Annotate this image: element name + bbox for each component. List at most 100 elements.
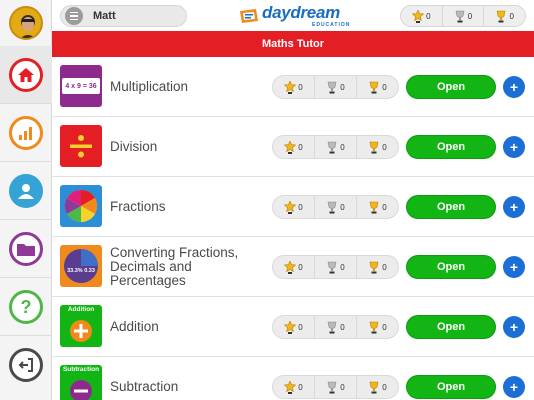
topic-trophies: 0 0 0	[272, 135, 399, 159]
bar-chart-icon	[9, 115, 43, 150]
silver-count: 0	[340, 202, 345, 212]
sidebar-item-home[interactable]	[0, 46, 52, 104]
converting-icon: 33.3% 0.33	[60, 245, 102, 287]
star-count: 0	[298, 262, 303, 272]
topic-trophies: 0 0 0	[272, 75, 399, 99]
division-icon	[60, 125, 102, 167]
logo-icon	[240, 9, 258, 23]
gold-trophy-icon	[369, 381, 379, 393]
topic-label: Fractions	[110, 199, 166, 214]
silver-count: 0	[340, 382, 345, 392]
open-button[interactable]: Open	[406, 255, 496, 279]
gold-count: 0	[382, 202, 387, 212]
star-count: 0	[298, 142, 303, 152]
folder-icon	[9, 231, 43, 266]
sidebar-item-logout[interactable]	[0, 336, 52, 394]
topic-label: Multiplication	[110, 79, 189, 94]
gold-star-trophy-icon	[284, 260, 297, 274]
trophy-summary: 0 0 0	[400, 5, 526, 27]
topic-trophies: 0 0 0	[272, 375, 399, 399]
topic-label: Subtraction	[110, 379, 179, 394]
topic-row-division: Division 0 0 0 Open +	[52, 117, 534, 177]
topic-row-fractions: Fractions 0 0 0 Open +	[52, 177, 534, 237]
open-button[interactable]: Open	[406, 195, 496, 219]
gold-trophy-count: 0	[484, 6, 525, 26]
silver-trophy-count: 0	[443, 6, 485, 26]
minus-icon: Subtraction	[60, 365, 102, 400]
gold-star-trophy-icon	[412, 9, 425, 23]
gold-count: 0	[382, 322, 387, 332]
sidebar-item-progress[interactable]	[0, 104, 52, 162]
silver-trophy-icon	[327, 141, 337, 153]
fractions-pie-icon	[60, 185, 102, 227]
silver-trophy-icon	[327, 381, 337, 393]
logo-subtext: EDUCATION	[312, 22, 351, 28]
add-button[interactable]: +	[503, 316, 525, 338]
user-icon	[9, 173, 43, 208]
gold-trophy-icon	[369, 81, 379, 93]
gold-trophy-icon	[369, 321, 379, 333]
silver-trophy-icon	[327, 201, 337, 213]
gold-star-trophy-icon	[284, 140, 297, 154]
silver-count: 0	[340, 142, 345, 152]
open-button[interactable]: Open	[406, 135, 496, 159]
star-count: 0	[298, 202, 303, 212]
daydream-logo: daydream EDUCATION	[238, 3, 350, 29]
plus-icon: Addition	[60, 305, 102, 347]
silver-trophy-icon	[327, 321, 337, 333]
sidebar-item-help[interactable]: ?	[0, 278, 52, 336]
gold-count: 0	[382, 82, 387, 92]
add-button[interactable]: +	[503, 376, 525, 398]
silver-trophy-icon	[327, 81, 337, 93]
gold-trophy-icon	[369, 201, 379, 213]
silver-trophy-icon	[327, 261, 337, 273]
add-button[interactable]: +	[503, 76, 525, 98]
add-button[interactable]: +	[503, 136, 525, 158]
avatar-image	[20, 15, 36, 38]
add-button[interactable]: +	[503, 256, 525, 278]
question-icon: ?	[9, 289, 43, 324]
topic-label: Addition	[110, 319, 159, 334]
gold-star-trophy-icon	[284, 200, 297, 214]
open-button[interactable]: Open	[406, 75, 496, 99]
topic-label: Converting Fractions, Decimals and Perce…	[110, 245, 239, 288]
star-count: 0	[298, 382, 303, 392]
silver-count: 0	[340, 322, 345, 332]
silver-count: 0	[340, 262, 345, 272]
user-name: Matt	[93, 10, 116, 22]
star-count: 0	[298, 322, 303, 332]
topic-row-subtraction: Subtraction Subtraction 0 0 0 Open +	[52, 357, 534, 400]
gold-count: 0	[382, 262, 387, 272]
avatar[interactable]	[9, 6, 43, 40]
user-menu[interactable]: Matt	[60, 5, 187, 27]
sidebar-item-profile[interactable]	[0, 162, 52, 220]
page-title: Maths Tutor	[52, 31, 534, 57]
topic-row-multiplication: 4 x 9 = 36 Multiplication 0 0 0 Open +	[52, 57, 534, 117]
star-count: 0	[298, 82, 303, 92]
open-button[interactable]: Open	[406, 315, 496, 339]
logo-text: daydream	[262, 3, 340, 22]
logout-icon	[9, 348, 43, 382]
top-bar: Matt daydream EDUCATION 0 0 0	[52, 0, 534, 31]
sidebar: ?	[0, 0, 52, 400]
gold-count: 0	[382, 382, 387, 392]
gold-count: 0	[382, 142, 387, 152]
topic-label: Division	[110, 139, 158, 154]
gold-star-trophy-icon	[284, 80, 297, 94]
silver-trophy-icon	[455, 10, 465, 22]
topic-trophies: 0 0 0	[272, 195, 399, 219]
open-button[interactable]: Open	[406, 375, 496, 399]
topic-row-addition: Addition Addition 0 0 0 Open +	[52, 297, 534, 357]
star-trophy-count: 0	[401, 6, 443, 26]
topic-trophies: 0 0 0	[272, 315, 399, 339]
add-button[interactable]: +	[503, 196, 525, 218]
hamburger-menu-icon[interactable]	[65, 7, 83, 25]
gold-star-trophy-icon	[284, 320, 297, 334]
home-icon	[9, 57, 43, 92]
sidebar-item-folder[interactable]	[0, 220, 52, 278]
gold-trophy-icon	[369, 261, 379, 273]
gold-trophy-icon	[497, 10, 506, 22]
topic-row-converting: 33.3% 0.33 Converting Fractions, Decimal…	[52, 237, 534, 297]
topic-trophies: 0 0 0	[272, 255, 399, 279]
gold-trophy-icon	[369, 141, 379, 153]
